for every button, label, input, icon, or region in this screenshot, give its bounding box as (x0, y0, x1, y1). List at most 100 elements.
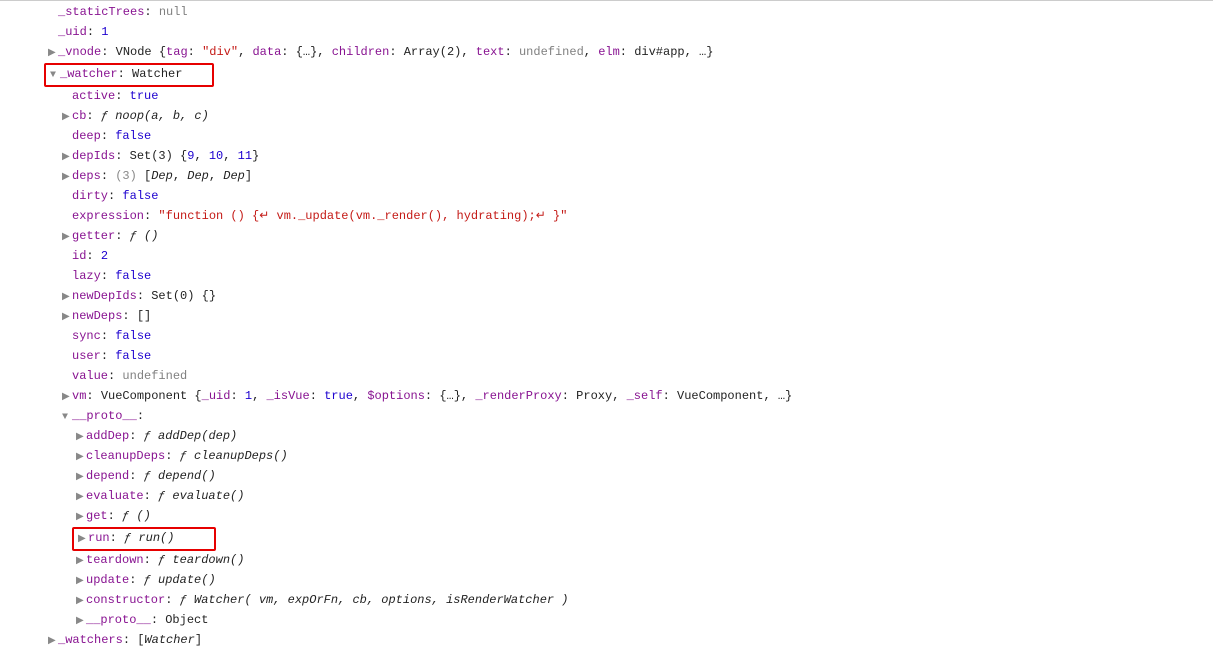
expand-icon[interactable]: ▶ (76, 593, 86, 611)
expand-icon[interactable]: ▶ (76, 613, 86, 631)
property-key: run (88, 531, 110, 545)
colon: : (86, 389, 100, 403)
object-property-row[interactable]: ▶_uid: 1 (0, 23, 1213, 43)
expand-icon[interactable]: ▶ (62, 109, 72, 127)
object-property-row[interactable]: ▶get: ƒ () (0, 507, 1213, 527)
value-segment: $options (367, 389, 425, 403)
object-property-row[interactable]: ▶update: ƒ update() (0, 571, 1213, 591)
property-key: deep (72, 129, 101, 143)
object-property-row[interactable]: ▶constructor: ƒ Watcher( vm, expOrFn, cb… (0, 591, 1213, 611)
expand-icon[interactable]: ▶ (48, 633, 58, 651)
object-property-row[interactable]: ▶run: ƒ run() (0, 527, 1213, 551)
object-property-row[interactable]: ▶_watchers: [Watcher] (0, 631, 1213, 651)
expand-icon[interactable]: ▶ (76, 489, 86, 507)
expand-icon[interactable]: ▶ (76, 469, 86, 487)
value-segment: Set(0) {} (151, 289, 216, 303)
object-property-row[interactable]: ▼__proto__: (0, 407, 1213, 427)
object-property-row[interactable]: ▶cleanupDeps: ƒ cleanupDeps() (0, 447, 1213, 467)
value-segment: run() (138, 531, 174, 545)
expand-icon[interactable]: ▶ (62, 289, 72, 307)
object-property-row[interactable]: ▶depIds: Set(3) {9, 10, 11} (0, 147, 1213, 167)
value-segment: addDep(dep) (158, 429, 237, 443)
value-segment: (3) (115, 169, 144, 183)
value-segment: Dep (187, 169, 209, 183)
expand-icon[interactable]: ▶ (76, 509, 86, 527)
value-segment: tag (166, 45, 188, 59)
property-key: teardown (86, 553, 144, 567)
object-property-row[interactable]: ▶__proto__: Object (0, 611, 1213, 631)
object-property-row[interactable]: ▶vm: VueComponent {_uid: 1, _isVue: true… (0, 387, 1213, 407)
value-segment: Array(2), (404, 45, 476, 59)
property-key: get (86, 509, 108, 523)
object-property-row[interactable]: ▶active: true (0, 87, 1213, 107)
object-property-row[interactable]: ▶teardown: ƒ teardown() (0, 551, 1213, 571)
expand-icon[interactable]: ▶ (62, 229, 72, 247)
object-property-row[interactable]: ▶value: undefined (0, 367, 1213, 387)
property-key: dirty (72, 189, 108, 203)
object-property-row[interactable]: ▶id: 2 (0, 247, 1213, 267)
property-content: getter: ƒ () (72, 229, 158, 243)
object-property-row[interactable]: ▶cb: ƒ noop(a, b, c) (0, 107, 1213, 127)
expand-icon[interactable]: ▶ (76, 449, 86, 467)
property-content: _watcher: Watcher (60, 67, 182, 81)
object-property-row[interactable]: ▶expression: "function () {↵ vm._update(… (0, 207, 1213, 227)
value-segment: Dep (223, 169, 245, 183)
value-segment: ƒ (144, 429, 158, 443)
object-property-row[interactable]: ▶user: false (0, 347, 1213, 367)
expand-icon[interactable]: ▶ (62, 309, 72, 327)
collapse-icon[interactable]: ▼ (50, 67, 60, 85)
object-property-row[interactable]: ▶evaluate: ƒ evaluate() (0, 487, 1213, 507)
colon: : (101, 129, 115, 143)
object-property-row[interactable]: ▶newDeps: [] (0, 307, 1213, 327)
object-property-row[interactable]: ▶dirty: false (0, 187, 1213, 207)
value-segment: depend() (158, 469, 216, 483)
value-segment: false (115, 329, 151, 343)
property-content: get: ƒ () (86, 509, 151, 523)
value-segment: , …} (763, 389, 792, 403)
colon: : (101, 349, 115, 363)
object-property-row[interactable]: ▶getter: ƒ () (0, 227, 1213, 247)
property-content: value: undefined (72, 369, 187, 383)
value-segment: false (115, 129, 151, 143)
value-segment: children (332, 45, 390, 59)
expand-icon[interactable]: ▶ (76, 553, 86, 571)
object-property-row[interactable]: ▶deep: false (0, 127, 1213, 147)
property-content: lazy: false (72, 269, 151, 283)
value-segment: 1 (245, 389, 252, 403)
object-property-row[interactable]: ▶newDepIds: Set(0) {} (0, 287, 1213, 307)
value-segment: 10 (209, 149, 223, 163)
value-segment: elm (598, 45, 620, 59)
expand-icon[interactable]: ▶ (62, 169, 72, 187)
expand-icon[interactable]: ▶ (78, 531, 88, 549)
object-property-row[interactable]: ▶depend: ƒ depend() (0, 467, 1213, 487)
property-key: newDeps (72, 309, 122, 323)
property-content: __proto__: (72, 409, 144, 423)
expand-icon[interactable]: ▶ (48, 45, 58, 63)
colon: : (101, 269, 115, 283)
expand-icon[interactable]: ▶ (76, 429, 86, 447)
collapse-icon[interactable]: ▼ (62, 409, 72, 427)
object-property-row[interactable]: ▶_staticTrees: null (0, 3, 1213, 23)
object-property-row[interactable]: ▶addDep: ƒ addDep(dep) (0, 427, 1213, 447)
expand-icon[interactable]: ▶ (62, 389, 72, 407)
object-property-row[interactable]: ▶lazy: false (0, 267, 1213, 287)
property-content: update: ƒ update() (86, 573, 216, 587)
property-content: dirty: false (72, 189, 158, 203)
expand-icon[interactable]: ▶ (62, 149, 72, 167)
value-segment: Set(3) { (130, 149, 188, 163)
property-content: newDepIds: Set(0) {} (72, 289, 216, 303)
value-segment: : (505, 45, 519, 59)
value-segment: false (115, 349, 151, 363)
property-key: expression (72, 209, 144, 223)
colon: : (86, 249, 100, 263)
object-property-row[interactable]: ▶sync: false (0, 327, 1213, 347)
value-segment: Watcher (132, 67, 182, 81)
colon: : (101, 329, 115, 343)
value-segment: : (562, 389, 576, 403)
object-property-row[interactable]: ▶_vnode: VNode {tag: "div", data: {…}, c… (0, 43, 1213, 63)
property-content: expression: "function () {↵ vm._update(v… (72, 209, 567, 223)
property-key: evaluate (86, 489, 144, 503)
object-property-row[interactable]: ▼_watcher: Watcher (0, 63, 1213, 87)
expand-icon[interactable]: ▶ (76, 573, 86, 591)
object-property-row[interactable]: ▶deps: (3) [Dep, Dep, Dep] (0, 167, 1213, 187)
